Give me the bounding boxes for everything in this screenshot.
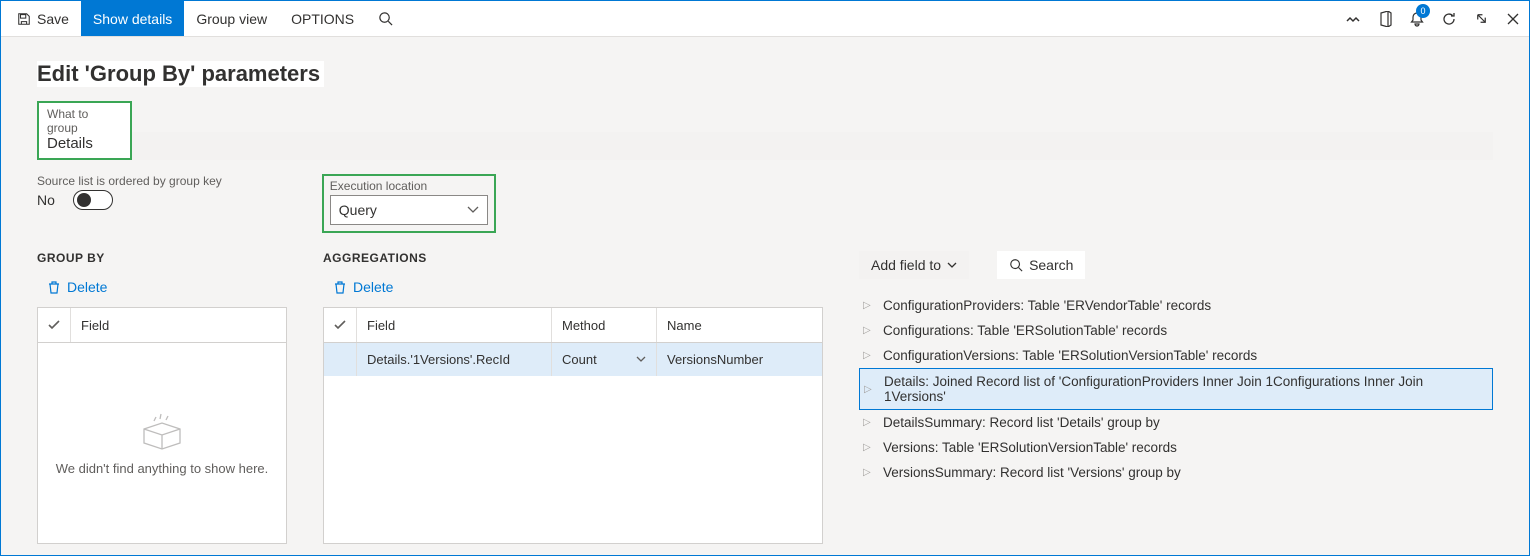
search-icon (378, 11, 393, 26)
groupby-delete-button[interactable]: Delete (37, 279, 287, 295)
delete-icon (333, 280, 347, 294)
show-details-button[interactable]: Show details (81, 1, 184, 36)
agg-name-cell[interactable]: VersionsNumber (656, 343, 822, 376)
tree-item-label: Details: Joined Record list of 'Configur… (884, 374, 1488, 404)
groupby-grid-header: Field (38, 308, 286, 343)
search-icon (1009, 258, 1023, 272)
caret-right-icon: ▷ (863, 467, 873, 478)
notification-badge: 0 (1416, 4, 1430, 18)
group-view-button[interactable]: Group view (184, 1, 279, 36)
caret-right-icon: ▷ (863, 417, 873, 428)
agg-field-header[interactable]: Field (356, 308, 551, 342)
groupby-empty-text: We didn't find anything to show here. (56, 461, 269, 476)
tree-item-label: ConfigurationVersions: Table 'ERSolution… (883, 348, 1257, 363)
execution-location-highlight: Execution location Query (322, 174, 496, 233)
aggregations-grid-header: Field Method Name (324, 308, 822, 343)
fields-pane: Add field to Search ▷ ConfigurationProvid… (859, 251, 1493, 544)
groupby-field-header[interactable]: Field (70, 308, 286, 342)
agg-name-header[interactable]: Name (656, 308, 822, 342)
save-icon (17, 12, 31, 26)
find-button[interactable] (366, 1, 405, 36)
connectivity-icon[interactable] (1337, 1, 1369, 36)
caret-right-icon: ▷ (863, 442, 873, 453)
group-view-label: Group view (196, 11, 267, 27)
source-ordered-toggle[interactable] (73, 190, 113, 210)
refresh-button[interactable] (1433, 1, 1465, 36)
tree-item[interactable]: ▷ DetailsSummary: Record list 'Details' g… (859, 410, 1493, 435)
caret-right-icon: ▷ (864, 384, 874, 395)
aggregations-delete-button[interactable]: Delete (323, 279, 823, 295)
table-row[interactable]: Details.'1Versions'.RecIdCountVersionsNu… (324, 343, 822, 376)
popout-button[interactable] (1465, 1, 1497, 36)
content-area: Edit 'Group By' parameters What to group… (1, 37, 1529, 555)
fields-tree: ▷ ConfigurationProviders: Table 'ERVendor… (859, 293, 1493, 485)
aggregations-title: AGGREGATIONS (323, 251, 823, 265)
search-label: Search (1029, 257, 1073, 273)
aggregations-grid: Field Method Name Details.'1Versions'.Re… (323, 307, 823, 544)
caret-right-icon: ▷ (863, 350, 873, 361)
what-to-group-value-inbox: Details (47, 135, 122, 152)
groupby-delete-label: Delete (67, 279, 107, 295)
groupby-title: GROUP BY (37, 251, 287, 265)
delete-icon (47, 280, 61, 294)
what-to-group-highlight: What to group Details (37, 101, 132, 160)
options-button[interactable]: OPTIONS (279, 1, 366, 36)
execution-location-value: Query (339, 202, 377, 218)
tree-item-label: ConfigurationProviders: Table 'ERVendorT… (883, 298, 1211, 313)
agg-field-cell[interactable]: Details.'1Versions'.RecId (356, 343, 551, 376)
tree-item[interactable]: ▷ ConfigurationVersions: Table 'ERSolutio… (859, 343, 1493, 368)
close-button[interactable] (1497, 1, 1529, 36)
groupby-empty-state: We didn't find anything to show here. (38, 343, 286, 543)
tree-item-label: Configurations: Table 'ERSolutionTable' … (883, 323, 1167, 338)
save-label: Save (37, 11, 69, 27)
tree-item[interactable]: ▷ ConfigurationProviders: Table 'ERVendor… (859, 293, 1493, 318)
agg-method-cell[interactable]: Count (551, 343, 656, 376)
save-button[interactable]: Save (5, 1, 81, 36)
caret-right-icon: ▷ (863, 325, 873, 336)
chevron-down-icon (947, 262, 957, 269)
source-ordered-value: No (37, 192, 55, 208)
tree-item[interactable]: ▷ Versions: Table 'ERSolutionVersionTable… (859, 435, 1493, 460)
agg-method-header[interactable]: Method (551, 308, 656, 342)
tree-item[interactable]: ▷ VersionsSummary: Record list 'Versions'… (859, 460, 1493, 485)
aggregations-delete-label: Delete (353, 279, 393, 295)
show-details-label: Show details (93, 11, 172, 27)
caret-right-icon: ▷ (863, 300, 873, 311)
page-title: Edit 'Group By' parameters (37, 61, 324, 87)
chevron-down-icon (636, 356, 646, 363)
tree-item[interactable]: ▷ Configurations: Table 'ERSolutionTable'… (859, 318, 1493, 343)
office-icon[interactable] (1369, 1, 1401, 36)
options-label: OPTIONS (291, 11, 354, 27)
tree-item-label: VersionsSummary: Record list 'Versions' … (883, 465, 1181, 480)
what-to-group-label: What to group (47, 107, 122, 135)
add-field-to-label: Add field to (871, 257, 941, 273)
groupby-grid: Field We didn't find anything to show he… (37, 307, 287, 544)
command-bar: Save Show details Group view OPTIONS 0 (1, 1, 1529, 37)
source-ordered-field: Source list is ordered by group key No (37, 174, 222, 210)
notifications-button[interactable]: 0 (1401, 1, 1433, 36)
select-all-checkbox[interactable] (324, 318, 356, 332)
select-all-checkbox[interactable] (38, 318, 70, 332)
what-to-group-input[interactable] (132, 132, 1493, 160)
chevron-down-icon (467, 206, 479, 214)
search-button[interactable]: Search (997, 251, 1085, 279)
tree-item[interactable]: ▷ Details: Joined Record list of 'Configu… (859, 368, 1493, 410)
execution-location-dropdown[interactable]: Query (330, 195, 488, 225)
add-field-to-button[interactable]: Add field to (859, 251, 969, 279)
source-ordered-label: Source list is ordered by group key (37, 174, 222, 188)
tree-item-label: DetailsSummary: Record list 'Details' gr… (883, 415, 1160, 430)
execution-location-label: Execution location (330, 179, 488, 193)
row-selector[interactable] (324, 343, 356, 376)
empty-box-icon (138, 411, 186, 451)
tree-item-label: Versions: Table 'ERSolutionVersionTable'… (883, 440, 1177, 455)
